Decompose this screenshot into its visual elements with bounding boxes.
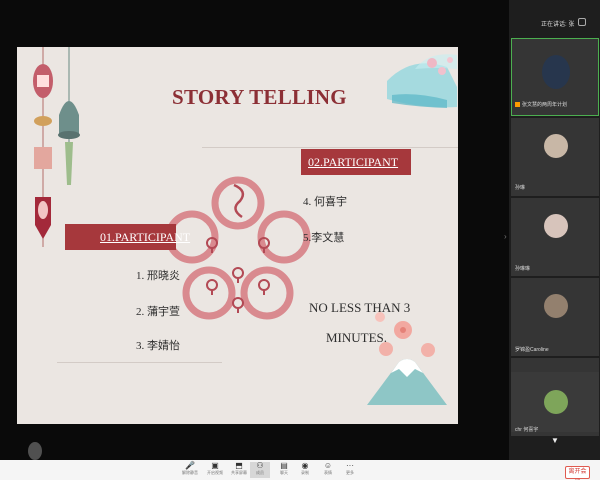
participant-name: 1. 邢晓炎 (136, 270, 180, 282)
share-icon: ⬒ (235, 461, 243, 470)
lantern-decoration (33, 47, 53, 247)
leave-meeting-button[interactable]: 离开会议 (565, 466, 590, 479)
shared-screen: STORY TELLING 01.PARTICIPANT 1. 邢晓炎 2. 蒲… (17, 47, 458, 424)
avatar (544, 134, 568, 158)
record-button[interactable]: ◉ 录制 (295, 462, 315, 478)
video-button[interactable]: ▣ 开启视频 (205, 462, 225, 478)
more-icon: ··· (346, 461, 354, 470)
landscape-decoration (387, 54, 457, 108)
floating-indicator[interactable] (28, 442, 42, 460)
participant-name: 2. 蒲宇萱 (136, 306, 180, 318)
more-button[interactable]: ··· 更多 (340, 462, 360, 478)
flower-motif (165, 176, 311, 320)
avatar (544, 390, 568, 414)
video-tile[interactable] (511, 278, 599, 356)
slide-title: STORY TELLING (172, 85, 347, 109)
time-note-line1: NO LESS THAN 3 (309, 300, 411, 315)
tile-label: 孙琳琳 (515, 266, 531, 272)
meeting-window: STORY TELLING 01.PARTICIPANT 1. 邢晓炎 2. 蒲… (0, 0, 600, 480)
participant2-banner: 02.PARTICIPANT (301, 149, 411, 175)
avatar (544, 214, 568, 238)
participant-name: 5.李文慧 (303, 232, 345, 244)
pin-icon[interactable] (578, 18, 586, 26)
camera-icon: ▣ (211, 461, 219, 470)
chat-button[interactable]: ▤ 聊天 (274, 462, 294, 478)
footer-divider (57, 362, 222, 363)
participant1-banner: 01.PARTICIPANT (65, 224, 190, 250)
record-icon: ◉ (301, 461, 309, 470)
time-note-line2: MINUTES. (326, 330, 388, 345)
share-screen-button[interactable]: ⬒ 共享屏幕 (229, 462, 249, 478)
video-tile[interactable] (511, 372, 599, 432)
emoji-button[interactable]: ☺ 表情 (318, 462, 338, 478)
participant-name: 4. 何喜宇 (303, 196, 347, 208)
emoji-icon: ☺ (323, 461, 333, 470)
tile-label: 孙琳 (515, 185, 526, 191)
tile-label: 张文慧的两周年计划 (515, 101, 567, 108)
microphone-icon (515, 102, 520, 108)
mute-button[interactable]: 🎤 解除静音 (180, 462, 200, 478)
avatar (544, 294, 568, 318)
participant-name: 3. 李婧怡 (136, 340, 180, 352)
microphone-icon: 🎤 (185, 461, 195, 470)
header-divider (202, 147, 458, 148)
mountain-decoration (367, 359, 447, 405)
avatar (542, 55, 570, 89)
tile-label: 罗锦盈Caroline (515, 347, 549, 353)
members-button[interactable]: ⚇ 成员 (250, 462, 270, 478)
tile-label: chr 何喜宇 (515, 427, 539, 433)
chevron-right-icon[interactable]: › (504, 232, 507, 241)
speaking-indicator: 正在讲话: 张 (541, 22, 575, 28)
people-icon: ⚇ (256, 461, 264, 470)
chat-icon: ▤ (280, 461, 288, 470)
bell-decoration (58, 47, 80, 185)
chevron-down-icon[interactable]: ▼ (551, 436, 559, 445)
